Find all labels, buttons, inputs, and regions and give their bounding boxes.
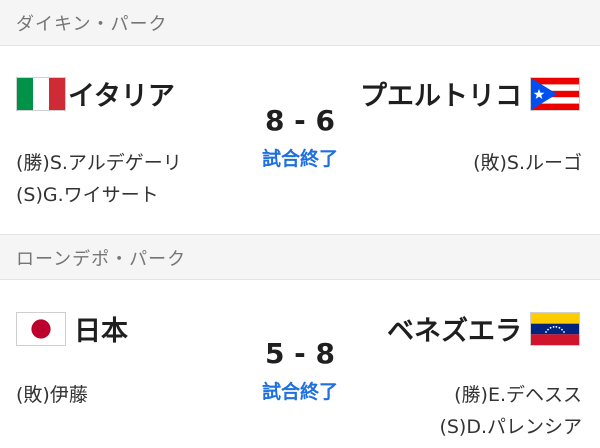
game-card[interactable]: イタリア プエルトリコ 8 - 6 試合終了 (勝)S.アルデゲーリ (S)G.… bbox=[0, 46, 600, 232]
game-status: 試合終了 bbox=[261, 148, 338, 170]
venezuela-flag-icon bbox=[530, 312, 580, 346]
venue-name: ローンデポ・パーク bbox=[16, 249, 187, 270]
away-pitcher: (S)D.パレンシア bbox=[439, 416, 582, 438]
home-pitcher: (S)G.ワイサート bbox=[16, 184, 159, 206]
home-team-name: 日本 bbox=[74, 316, 128, 347]
game-card[interactable]: 日本 ベネズエラ 5 - 8 試合終了 (敗)伊藤 (勝)E.デヘスス (S)D… bbox=[0, 281, 600, 448]
home-pitcher: (勝)S.アルデゲーリ bbox=[16, 152, 182, 174]
away-team-name: プエルトリコ bbox=[360, 81, 522, 112]
score: 8 - 6 bbox=[264, 104, 336, 137]
score: 5 - 8 bbox=[264, 337, 336, 370]
home-pitcher: (敗)伊藤 bbox=[16, 384, 88, 406]
venue-header: ローンデポ・パーク bbox=[0, 234, 600, 280]
italy-flag-icon bbox=[16, 77, 66, 111]
venue-header: ダイキン・パーク bbox=[0, 0, 600, 46]
japan-flag-icon bbox=[16, 312, 66, 346]
away-pitcher: (勝)E.デヘスス bbox=[454, 384, 582, 406]
venue-name: ダイキン・パーク bbox=[16, 14, 168, 35]
game-status: 試合終了 bbox=[261, 381, 338, 403]
away-pitcher: (敗)S.ルーゴ bbox=[473, 152, 582, 174]
puerto-rico-flag-icon bbox=[530, 77, 580, 111]
home-team-name: イタリア bbox=[68, 81, 175, 112]
away-team-name: ベネズエラ bbox=[387, 316, 522, 347]
